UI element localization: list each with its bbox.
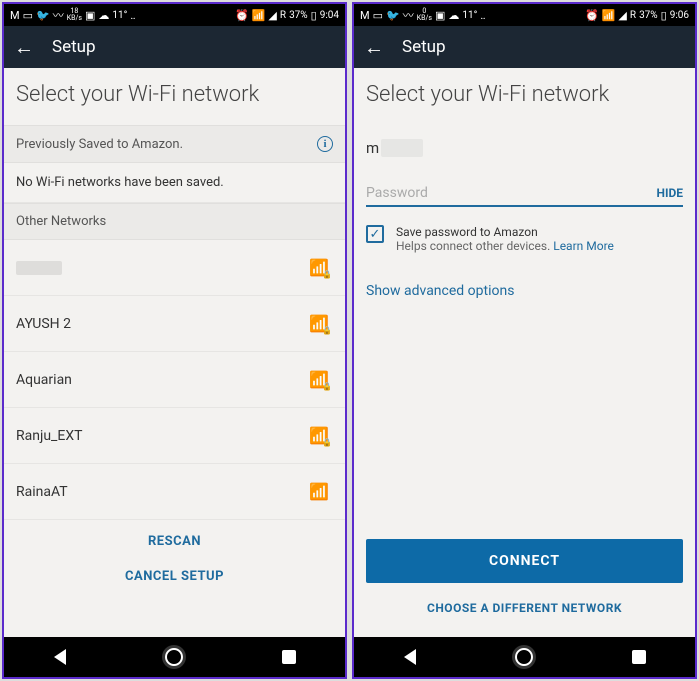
other-networks-header: Other Networks bbox=[4, 203, 345, 240]
status-bar: M ▭ 🐦 〰 18KB/s ▣ ☁ 11° ‥ ⏰ 📶 ◢ R 37% ▯ 9… bbox=[4, 4, 345, 26]
mustache-icon: 〰 bbox=[403, 7, 414, 23]
signal-icon: ◢ bbox=[618, 9, 626, 22]
content-area: Select your Wi-Fi network m Password HID… bbox=[354, 68, 695, 637]
nav-back-icon[interactable] bbox=[404, 649, 416, 665]
temperature: 11° bbox=[112, 10, 127, 21]
nav-home-icon[interactable] bbox=[165, 648, 183, 666]
app-bar-title: Setup bbox=[52, 37, 96, 57]
temperature: 11° bbox=[462, 10, 477, 21]
saved-section-header: Previously Saved to Amazon. i bbox=[4, 125, 345, 163]
app-bar: ← Setup bbox=[4, 26, 345, 68]
app-bar-title: Setup bbox=[402, 37, 446, 57]
nav-recents-icon[interactable] bbox=[282, 650, 296, 664]
network-name: RainaAT bbox=[16, 484, 68, 500]
wifi-icon: 📶🔒 bbox=[309, 314, 329, 333]
messages-icon: ▭ bbox=[23, 9, 33, 22]
password-placeholder: Password bbox=[366, 185, 428, 201]
twitter-icon: 🐦 bbox=[386, 9, 400, 22]
wifi-status-icon: 📶 bbox=[602, 9, 616, 22]
hide-toggle[interactable]: HIDE bbox=[656, 186, 683, 200]
battery-icon: ▯ bbox=[311, 9, 317, 22]
network-speed: 18KB/s bbox=[67, 8, 82, 22]
phone-screen-1: M ▭ 🐦 〰 18KB/s ▣ ☁ 11° ‥ ⏰ 📶 ◢ R 37% ▯ 9… bbox=[2, 2, 347, 679]
network-prefix: m bbox=[366, 139, 379, 157]
lock-icon: 🔒 bbox=[322, 326, 332, 335]
clock: 9:06 bbox=[670, 10, 689, 21]
network-row[interactable]: Aquarian 📶🔒 bbox=[4, 352, 345, 408]
wifi-icon: 📶 bbox=[309, 482, 329, 501]
redacted-network-name bbox=[381, 139, 423, 157]
lock-icon: 🔒 bbox=[322, 270, 332, 279]
image-icon: ▣ bbox=[85, 9, 95, 22]
nav-back-icon[interactable] bbox=[54, 649, 66, 665]
wifi-status-icon: 📶 bbox=[252, 9, 266, 22]
nav-home-icon[interactable] bbox=[515, 648, 533, 666]
status-bar: M ▭ 🐦 〰 0KB/s ▣ ☁ 11° ‥ ⏰ 📶 ◢ R 37% ▯ 9:… bbox=[354, 4, 695, 26]
network-name: Ranju_EXT bbox=[16, 428, 82, 444]
checkbox-checked-icon[interactable]: ✓ bbox=[366, 225, 384, 243]
connect-button[interactable]: CONNECT bbox=[366, 539, 683, 583]
back-icon[interactable]: ← bbox=[364, 35, 384, 60]
roaming-indicator: R bbox=[630, 10, 636, 21]
battery-pct: 37% bbox=[639, 10, 658, 21]
nav-bar bbox=[4, 637, 345, 677]
mustache-icon: 〰 bbox=[53, 7, 64, 23]
no-saved-message: No Wi-Fi networks have been saved. bbox=[4, 163, 345, 203]
alarm-icon: ⏰ bbox=[585, 9, 599, 22]
other-header-label: Other Networks bbox=[16, 214, 106, 229]
alarm-icon: ⏰ bbox=[235, 9, 249, 22]
roaming-indicator: R bbox=[280, 10, 286, 21]
battery-pct: 37% bbox=[289, 10, 308, 21]
wifi-icon: 📶🔒 bbox=[309, 426, 329, 445]
cloud-icon: ☁ bbox=[448, 9, 459, 22]
cancel-setup-button[interactable]: CANCEL SETUP bbox=[4, 563, 345, 598]
info-icon[interactable]: i bbox=[317, 136, 333, 152]
lock-icon: 🔒 bbox=[322, 438, 332, 447]
save-password-text: Save password to Amazon Helps connect ot… bbox=[396, 225, 614, 253]
bottom-actions: CONNECT CHOOSE A DIFFERENT NETWORK bbox=[354, 539, 695, 637]
network-row[interactable]: AYUSH 2 📶🔒 bbox=[4, 296, 345, 352]
back-icon[interactable]: ← bbox=[14, 35, 34, 60]
save-password-row[interactable]: ✓ Save password to Amazon Helps connect … bbox=[354, 207, 695, 253]
choose-different-network-button[interactable]: CHOOSE A DIFFERENT NETWORK bbox=[366, 583, 683, 621]
learn-more-link[interactable]: Learn More bbox=[553, 239, 614, 253]
image-icon: ▣ bbox=[435, 9, 445, 22]
battery-icon: ▯ bbox=[661, 9, 667, 22]
redacted-network-name bbox=[16, 261, 62, 275]
network-name: AYUSH 2 bbox=[16, 316, 71, 332]
network-name: Aquarian bbox=[16, 372, 72, 388]
app-bar: ← Setup bbox=[354, 26, 695, 68]
rescan-button[interactable]: RESCAN bbox=[4, 520, 345, 563]
signal-icon: ◢ bbox=[268, 9, 276, 22]
messages-icon: ▭ bbox=[373, 9, 383, 22]
gmail-icon: M bbox=[10, 9, 20, 22]
nav-bar bbox=[354, 637, 695, 677]
password-field[interactable]: Password HIDE bbox=[366, 185, 683, 207]
content-area: Select your Wi-Fi network Previously Sav… bbox=[4, 68, 345, 637]
cloud-icon: ☁ bbox=[98, 9, 109, 22]
lock-icon: 🔒 bbox=[322, 382, 332, 391]
clock: 9:04 bbox=[320, 10, 339, 21]
wifi-icon: 📶🔒 bbox=[309, 258, 329, 277]
page-title: Select your Wi-Fi network bbox=[4, 68, 345, 125]
page-title: Select your Wi-Fi network bbox=[354, 68, 695, 125]
network-row[interactable]: RainaAT 📶 bbox=[4, 464, 345, 520]
phone-screen-2: M ▭ 🐦 〰 0KB/s ▣ ☁ 11° ‥ ⏰ 📶 ◢ R 37% ▯ 9:… bbox=[352, 2, 697, 679]
gmail-icon: M bbox=[360, 9, 370, 22]
saved-header-label: Previously Saved to Amazon. bbox=[16, 137, 183, 152]
more-icon: ‥ bbox=[480, 9, 485, 22]
advanced-options-link[interactable]: Show advanced options bbox=[354, 253, 695, 299]
selected-network: m bbox=[354, 125, 695, 165]
more-icon: ‥ bbox=[130, 9, 135, 22]
network-row[interactable]: Ranju_EXT 📶🔒 bbox=[4, 408, 345, 464]
network-row[interactable]: 📶🔒 bbox=[4, 240, 345, 296]
wifi-icon: 📶🔒 bbox=[309, 370, 329, 389]
twitter-icon: 🐦 bbox=[36, 9, 50, 22]
network-speed: 0KB/s bbox=[417, 8, 432, 22]
save-password-label: Save password to Amazon bbox=[396, 225, 614, 239]
save-password-sub: Helps connect other devices. bbox=[396, 239, 550, 253]
nav-recents-icon[interactable] bbox=[632, 650, 646, 664]
